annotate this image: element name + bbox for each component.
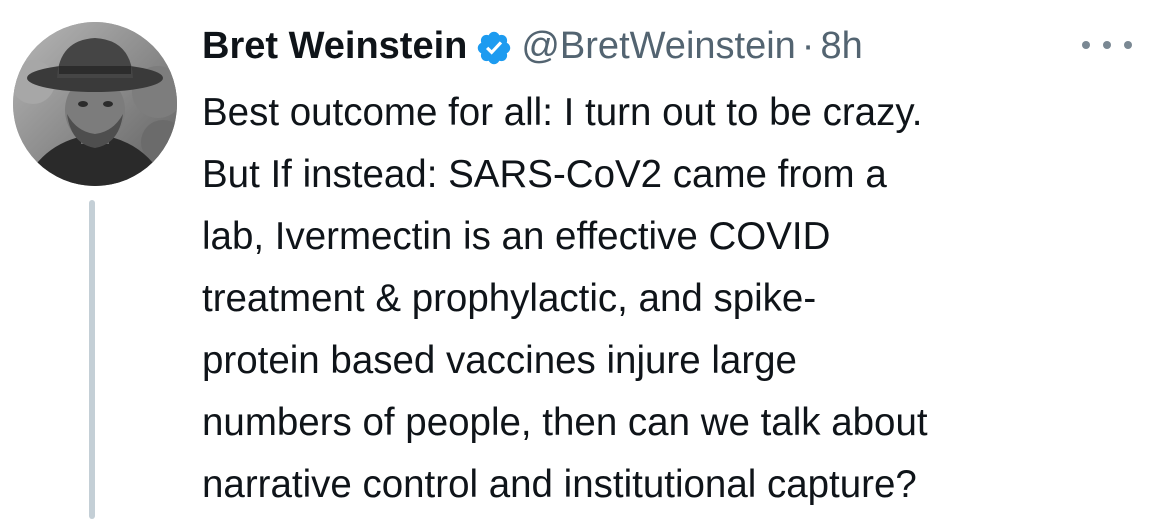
thread-line xyxy=(89,200,95,519)
author-name[interactable]: Bret Weinstein xyxy=(202,18,467,74)
tweet-text-line: numbers of people, then can we talk abou… xyxy=(202,401,928,444)
avatar-photo xyxy=(13,22,177,186)
separator-dot: · xyxy=(801,25,815,67)
tweet-text-line: lab, Ivermectin is an effective COVID xyxy=(202,215,831,258)
tweet-timestamp[interactable]: 8h xyxy=(820,18,862,74)
author-handle[interactable]: @BretWeinstein xyxy=(521,18,795,74)
more-dot xyxy=(1124,41,1132,49)
tweet-text-line: treatment & prophylactic, and spike- xyxy=(202,277,817,320)
verified-badge-icon xyxy=(475,27,513,65)
tweet[interactable]: Bret Weinstein @BretWeinstein · 8h Best … xyxy=(0,0,1163,519)
tweet-header: Bret Weinstein @BretWeinstein · 8h xyxy=(202,18,863,74)
more-dot xyxy=(1082,41,1090,49)
tweet-text-line: protein based vaccines injure large xyxy=(202,339,797,382)
tweet-text-line: But If instead: SARS-CoV2 came from a xyxy=(202,153,887,196)
avatar[interactable] xyxy=(13,22,177,186)
tweet-text: Best outcome for all: I turn out to be c… xyxy=(202,82,1152,516)
tweet-text-line: Best outcome for all: I turn out to be c… xyxy=(202,91,923,134)
tweet-text-line: narrative control and institutional capt… xyxy=(202,463,917,506)
more-options-icon[interactable] xyxy=(1082,30,1132,60)
more-dot xyxy=(1103,41,1111,49)
